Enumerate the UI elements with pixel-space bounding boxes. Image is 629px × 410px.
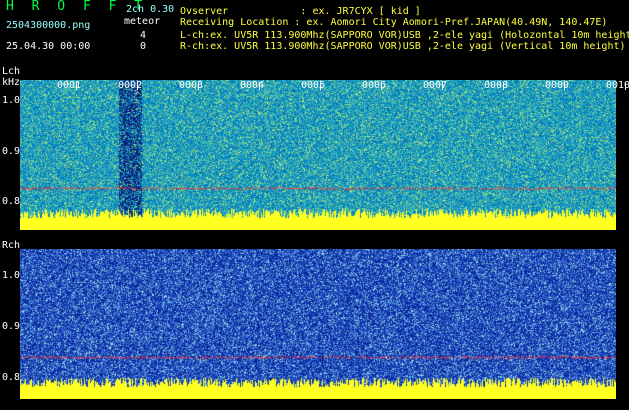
rch-info-line: R-ch:ex. UV5R 113.900Mhz(SAPPORO VOR)USB… — [180, 41, 626, 52]
hour-label-0003: 0003 — [179, 80, 204, 91]
observer-line: Ovserver : ex. JR7CYX [ kid ] — [180, 6, 421, 17]
hour-tick — [503, 82, 504, 90]
hour-tick — [137, 82, 138, 90]
hour-label-0002: 0002 — [118, 80, 143, 91]
hour-label-0009: 0009 — [545, 80, 570, 91]
lch-tick-1: 1.0 — [2, 95, 21, 106]
event-type-label: meteor — [124, 16, 161, 27]
count-r: 0 — [140, 41, 147, 52]
rch-spectrogram — [20, 249, 616, 399]
lch-spectrogram — [20, 80, 616, 230]
hour-label-0001: 0001 — [57, 80, 82, 91]
hour-tick — [320, 82, 321, 90]
filename-label: 2504300000.png — [6, 20, 91, 31]
lch-tick-2: 0.9 — [2, 146, 21, 157]
datetime-label: 25.04.30 00:00 — [6, 41, 91, 52]
hour-tick — [625, 82, 626, 90]
rch-tick-3: 0.8 — [2, 372, 21, 383]
hour-label-0004: 0004 — [240, 80, 265, 91]
hour-label-0007: 0007 — [423, 80, 448, 91]
lch-info-line: L-ch:ex. UV5R 113.900Mhz(SAPPORO VOR)USB… — [180, 30, 629, 41]
rch-tick-1: 1.0 — [2, 270, 21, 281]
location-line: Receiving Location : ex. Aomori City Aom… — [180, 17, 608, 28]
rch-label: Rch — [2, 240, 21, 251]
hour-label-0006: 0006 — [362, 80, 387, 91]
hour-tick — [381, 82, 382, 90]
mode-label: 2ch 0.30 — [126, 4, 175, 15]
hour-tick — [198, 82, 199, 90]
hour-label-0005: 0005 — [301, 80, 326, 91]
hour-tick — [564, 82, 565, 90]
count-l: 4 — [140, 30, 147, 41]
rch-tick-2: 0.9 — [2, 321, 21, 332]
hour-tick — [442, 82, 443, 90]
hour-tick — [76, 82, 77, 90]
lch-tick-3: 0.8 — [2, 196, 21, 207]
hour-tick — [259, 82, 260, 90]
lch-unit: kHz — [2, 77, 21, 88]
lch-label: Lch — [2, 66, 21, 77]
hour-label-0008: 0008 — [484, 80, 509, 91]
